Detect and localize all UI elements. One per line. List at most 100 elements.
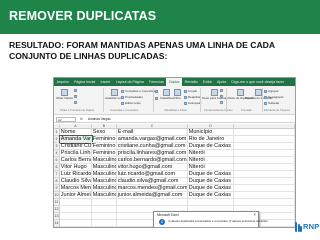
table-cell[interactable]: cristiane.cunha@gmail.com xyxy=(117,143,188,150)
table-cell[interactable]: Masculino xyxy=(92,164,117,171)
table-cell[interactable]: Niterói xyxy=(188,157,234,164)
table-cell[interactable]: junior.almeida@gmail.com xyxy=(117,192,188,199)
table-cell[interactable]: luiz.ricardo@gmail.com xyxy=(117,171,188,178)
tab-inserir[interactable]: Inserir xyxy=(98,78,113,86)
obter-dados-button[interactable]: Obter Dados xyxy=(56,89,73,100)
table-cell[interactable] xyxy=(234,150,295,157)
tab-dados[interactable]: Dados xyxy=(166,78,183,86)
subtotal-button[interactable]: Subtotal xyxy=(264,101,279,105)
table-cell[interactable]: Feminino xyxy=(92,143,117,150)
table-cell[interactable]: Duque de Caxias xyxy=(188,171,234,178)
header-cell[interactable]: E-mail xyxy=(117,129,188,136)
table-cell[interactable] xyxy=(60,206,92,213)
table-cell[interactable]: Duque de Caxias xyxy=(188,185,234,192)
table-cell[interactable]: Duque de Caxias xyxy=(188,178,234,185)
table-cell[interactable]: Masculino xyxy=(92,192,117,199)
from-web-button[interactable] xyxy=(74,95,78,98)
table-cell[interactable]: vitor.hugo@gmail.com xyxy=(117,164,188,171)
header-cell[interactable] xyxy=(234,129,295,136)
from-table-button[interactable] xyxy=(74,101,78,104)
table-cell[interactable] xyxy=(234,164,295,171)
table-cell[interactable] xyxy=(234,192,295,199)
remove-duplicates-button[interactable] xyxy=(220,89,224,92)
editar-links-button[interactable]: Editar Links xyxy=(121,101,141,105)
table-cell[interactable] xyxy=(60,213,92,220)
table-cell[interactable] xyxy=(60,220,92,227)
table-cell[interactable] xyxy=(234,143,295,150)
tab-formulas[interactable]: Fórmulas xyxy=(146,78,166,86)
table-cell[interactable]: amanda.vargas@gmail.com xyxy=(117,136,188,143)
table-cell[interactable] xyxy=(234,178,295,185)
table-cell[interactable] xyxy=(60,199,92,206)
table-cell[interactable] xyxy=(234,171,295,178)
table-cell[interactable]: Niterói xyxy=(188,164,234,171)
table-cell[interactable]: Feminino xyxy=(92,150,117,157)
tab-layout[interactable]: Layout da Página xyxy=(113,78,146,86)
table-cell[interactable] xyxy=(92,220,117,227)
table-cell[interactable]: Duque de Caxias xyxy=(188,143,234,150)
sort-za-button[interactable] xyxy=(155,97,159,100)
table-cell[interactable]: Amanda Vargas xyxy=(59,135,93,144)
tell-me-search[interactable]: Diga-me o que você deseja fazer xyxy=(229,78,287,86)
agrupar-button[interactable]: Agrupar xyxy=(264,89,279,93)
reaplicar-button[interactable]: Reaplicar xyxy=(184,95,201,99)
table-cell[interactable] xyxy=(92,206,117,213)
close-icon[interactable]: × xyxy=(253,212,256,217)
table-cell[interactable]: Rio de Janeiro xyxy=(188,136,234,143)
tab-revisao[interactable]: Revisão xyxy=(182,78,200,86)
table-cell[interactable]: Cristiane Cunha xyxy=(60,143,92,150)
queries-icon xyxy=(121,89,124,93)
table-cell[interactable]: Masculino xyxy=(92,178,117,185)
table-cell[interactable] xyxy=(117,199,188,206)
table-cell[interactable]: marcos.mendes@gmail.com xyxy=(117,185,188,192)
classificar-button[interactable]: Classificar xyxy=(160,89,174,100)
header-cell[interactable]: Município xyxy=(188,129,234,136)
table-cell[interactable]: Masculino xyxy=(92,171,117,178)
table-cell[interactable]: priscila.linhares@gmail.com xyxy=(117,150,188,157)
tab-exibir[interactable]: Exibir xyxy=(200,78,214,86)
table-cell[interactable]: Carlos Bernardo xyxy=(60,157,92,164)
table-cell[interactable]: Duque de Caxias xyxy=(188,192,234,199)
header-cell[interactable]: Nome xyxy=(60,129,92,136)
formula-bar: A2 fx Amanda Vargas xyxy=(54,116,295,123)
table-cell[interactable]: Priscila Linhares xyxy=(60,150,92,157)
table-cell[interactable]: Vitor Hugo xyxy=(60,164,92,171)
consolidate-button[interactable] xyxy=(220,101,224,104)
table-cell[interactable] xyxy=(234,136,295,143)
header-cell[interactable]: Sexo xyxy=(92,129,117,136)
from-text-button[interactable] xyxy=(74,89,78,92)
tab-ajuda[interactable]: Ajuda xyxy=(214,78,228,86)
tab-arquivo[interactable]: Arquivo xyxy=(54,78,71,86)
desagrupar-button[interactable]: Desagrupar xyxy=(264,95,284,99)
table-cell[interactable] xyxy=(234,157,295,164)
table-cell[interactable]: Junior Almeida xyxy=(60,192,92,199)
limpar-button[interactable]: Limpar xyxy=(184,89,197,93)
table-cell[interactable] xyxy=(92,213,117,220)
table-cell[interactable]: carlos.bernardo@gmail.com xyxy=(117,157,188,164)
formula-input[interactable]: Amanda Vargas xyxy=(88,117,238,122)
table-cell[interactable]: claudio.silva@gmail.com xyxy=(117,178,188,185)
table-cell[interactable]: Marcos Mendes xyxy=(60,185,92,192)
table-cell[interactable] xyxy=(234,199,295,206)
table-cell[interactable] xyxy=(234,185,295,192)
table-cell[interactable] xyxy=(188,199,234,206)
avancado-button[interactable]: Avançado xyxy=(184,101,201,105)
filtro-button[interactable]: Filtro xyxy=(174,89,181,100)
consultas-conexoes-button[interactable]: Consultas e Conexões xyxy=(121,89,155,93)
sort-az-button[interactable] xyxy=(155,90,159,93)
fx-icon[interactable]: fx xyxy=(80,116,83,123)
database-icon xyxy=(61,89,68,96)
table-cell[interactable]: Niterói xyxy=(188,150,234,157)
propriedades-button[interactable]: Propriedades xyxy=(121,95,143,99)
refresh-icon xyxy=(110,89,118,96)
table-cell[interactable] xyxy=(92,199,117,206)
table-cell[interactable]: Feminino xyxy=(92,136,117,143)
table-cell[interactable]: Masculino xyxy=(92,157,117,164)
data-validation-button[interactable] xyxy=(220,95,224,98)
name-box[interactable]: A2 xyxy=(56,117,76,122)
group-separator xyxy=(153,88,154,112)
table-cell[interactable]: Luiz Ricardo xyxy=(60,171,92,178)
tab-pagina-inicial[interactable]: Página Inicial xyxy=(71,78,98,86)
table-cell[interactable]: Masculino xyxy=(92,185,117,192)
table-cell[interactable]: Claudio Silva xyxy=(60,178,92,185)
